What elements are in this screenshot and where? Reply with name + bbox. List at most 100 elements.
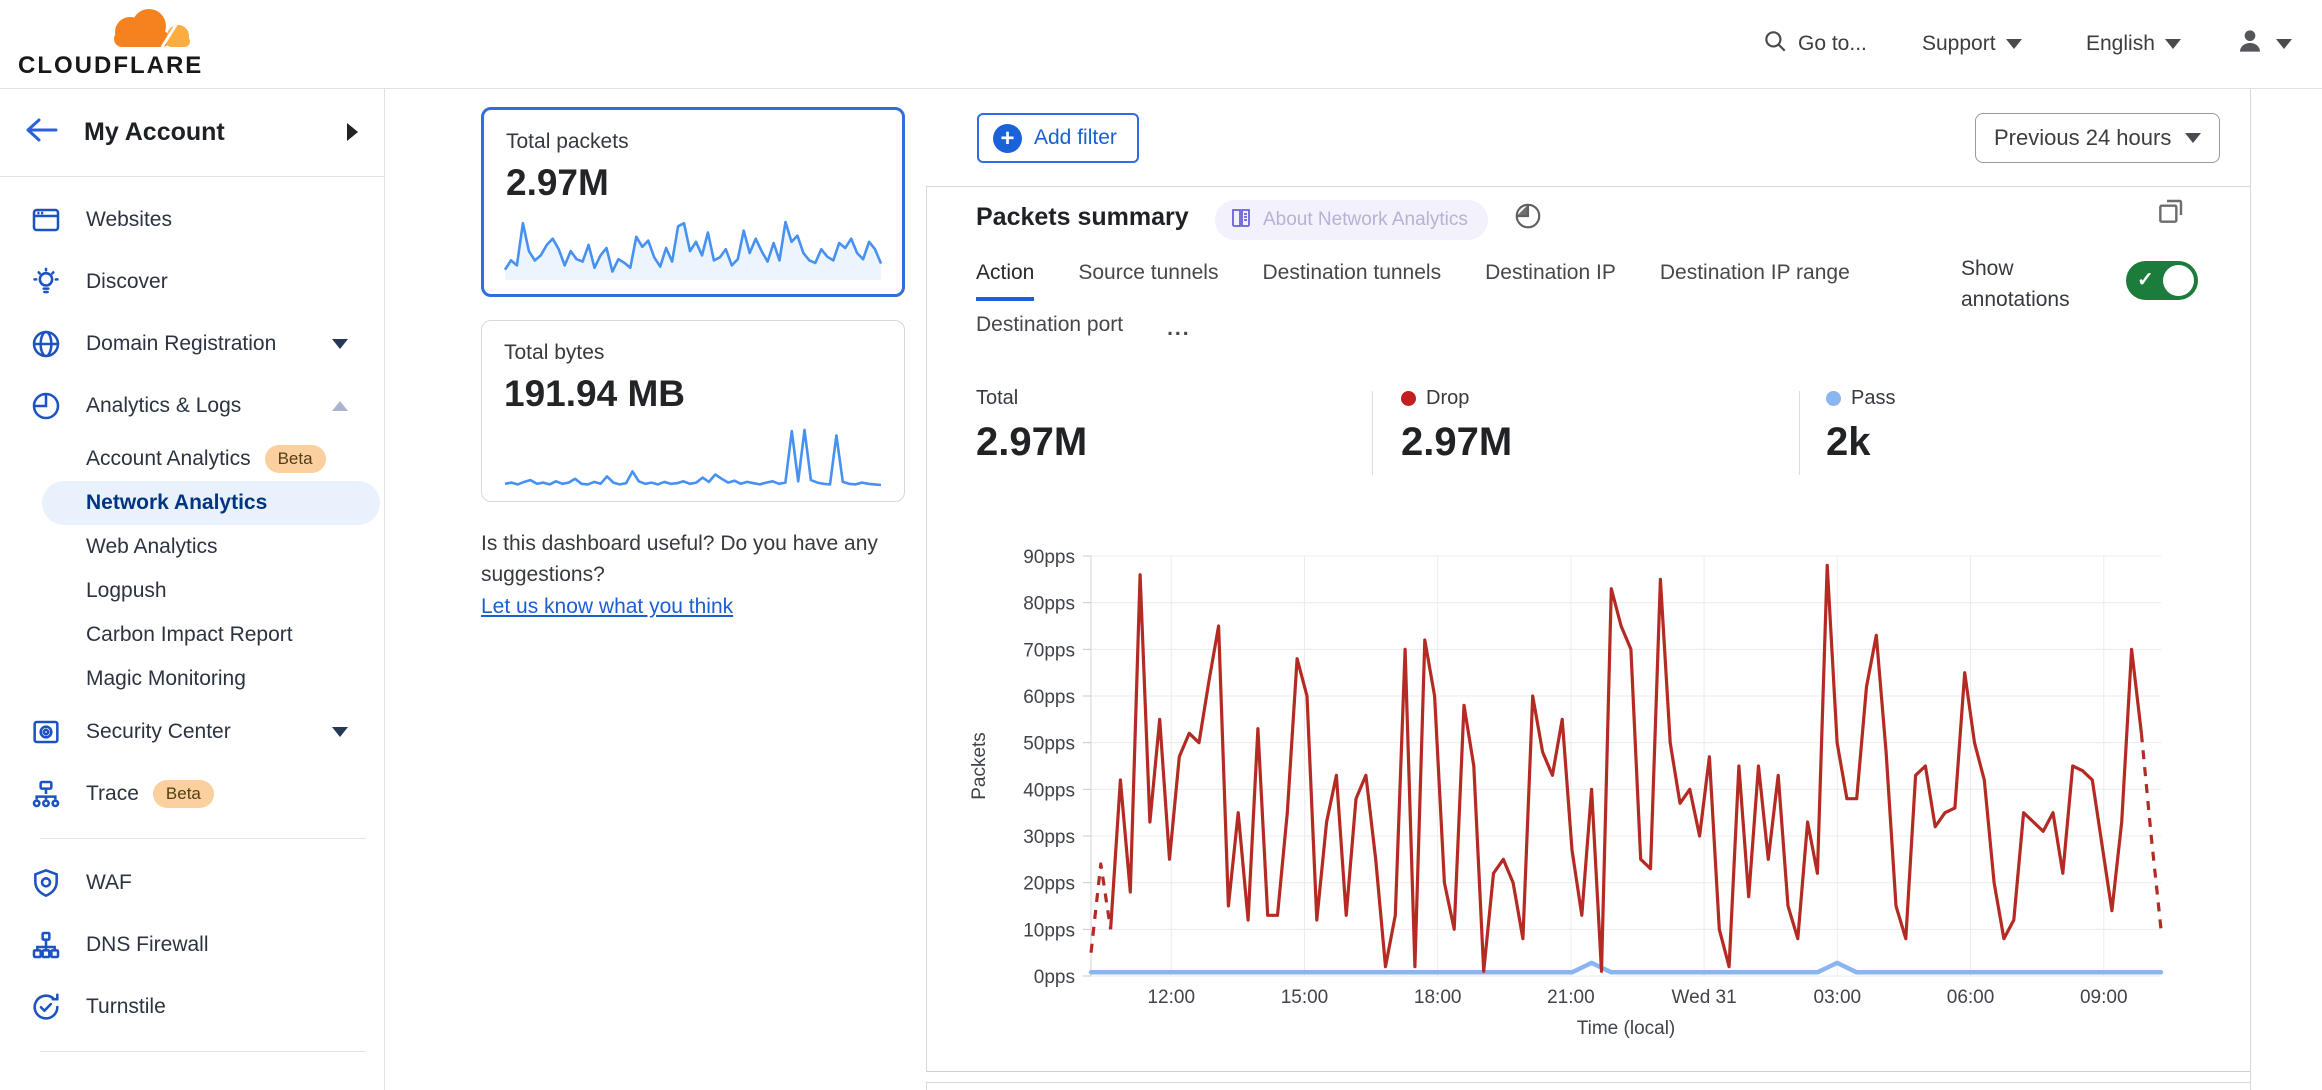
sidebar-item-label: Security Center xyxy=(86,720,231,744)
sidebar-item-discover[interactable]: Discover xyxy=(0,251,384,313)
svg-text:15:00: 15:00 xyxy=(1281,987,1329,1008)
sidebar-item-label: Carbon Impact Report xyxy=(86,623,293,647)
sidebar-item-logpush[interactable]: Logpush xyxy=(0,569,384,613)
sidebar-item-magic-monitoring[interactable]: Magic Monitoring xyxy=(0,657,384,701)
stat-label: Total xyxy=(976,387,1018,410)
chevron-right-icon xyxy=(347,123,358,141)
add-filter-button[interactable]: + Add filter xyxy=(977,113,1139,163)
search-icon xyxy=(1762,28,1788,60)
stat-value: 2.97M xyxy=(976,420,1087,465)
feedback-block: Is this dashboard useful? Do you have an… xyxy=(481,528,921,622)
card-total-bytes[interactable]: Total bytes191.94 MB xyxy=(481,320,905,502)
account-header[interactable]: My Account xyxy=(0,88,384,177)
language-menu[interactable]: English xyxy=(2086,0,2181,88)
show-annotations-toggle[interactable]: ✓ xyxy=(2126,261,2198,300)
cloudflare-logo-text: CLOUDFLARE xyxy=(18,52,203,80)
feedback-link[interactable]: Let us know what you think xyxy=(481,591,733,622)
stat-divider xyxy=(1372,391,1373,475)
svg-text:09:00: 09:00 xyxy=(2080,987,2128,1008)
about-badge-label: About Network Analytics xyxy=(1263,209,1468,231)
stat-divider xyxy=(1799,391,1800,475)
sidebar-item-label: Account Analytics xyxy=(86,447,251,471)
sidebar-item-label: Discover xyxy=(86,270,168,294)
sidebar-item-account-analytics[interactable]: Account Analytics Beta xyxy=(0,437,384,481)
svg-text:Wed 31: Wed 31 xyxy=(1672,987,1737,1008)
shield-gear-icon xyxy=(30,867,62,899)
svg-text:18:00: 18:00 xyxy=(1414,987,1462,1008)
sidebar-item-security-center[interactable]: Security Center xyxy=(0,701,384,763)
support-menu[interactable]: Support xyxy=(1922,0,2022,88)
svg-text:03:00: 03:00 xyxy=(1814,987,1862,1008)
cloudflare-logo[interactable]: CLOUDFLARE xyxy=(18,4,188,84)
stat-drop: Drop2.97M xyxy=(1401,387,1512,465)
svg-text:20pps: 20pps xyxy=(1023,874,1075,895)
sidebar-item-trace[interactable]: Trace Beta xyxy=(0,763,384,825)
stat-pass: Pass2k xyxy=(1826,387,1895,465)
svg-text:80pps: 80pps xyxy=(1023,594,1075,615)
goto-label: Go to... xyxy=(1798,32,1867,56)
tab-destination-port[interactable]: Destination port xyxy=(976,301,1123,357)
panel-title: Packets summary xyxy=(976,203,1189,232)
sidebar-item-analytics-logs[interactable]: Analytics & Logs xyxy=(0,375,384,437)
card-total-packets[interactable]: Total packets2.97M xyxy=(481,107,905,297)
time-range-dropdown[interactable]: Previous 24 hours xyxy=(1975,113,2220,163)
pass-legend-dot xyxy=(1826,391,1841,406)
about-network-analytics-badge[interactable]: About Network Analytics xyxy=(1215,200,1488,240)
svg-text:21:00: 21:00 xyxy=(1547,987,1595,1008)
tab-destination-ip[interactable]: Destination IP xyxy=(1485,249,1616,301)
next-panel-edge xyxy=(926,1082,2250,1090)
svg-text:30pps: 30pps xyxy=(1023,827,1075,848)
tab-destination-ip-range[interactable]: Destination IP range xyxy=(1660,249,1850,301)
beta-badge: Beta xyxy=(153,780,214,808)
sidebar-item-label: Websites xyxy=(86,208,172,232)
sidebar-item-turnstile[interactable]: Turnstile xyxy=(0,976,384,1038)
toggle-knob xyxy=(2163,265,2194,296)
sidebar-item-network-analytics[interactable]: Network Analytics xyxy=(42,481,380,525)
tab-source-tunnels[interactable]: Source tunnels xyxy=(1078,249,1218,301)
expand-panel-icon[interactable] xyxy=(2155,195,2187,232)
globe-icon xyxy=(30,328,62,360)
back-arrow-icon[interactable] xyxy=(24,116,58,149)
stat-label: Pass xyxy=(1851,387,1895,410)
tabs-overflow-button[interactable]: ... xyxy=(1167,301,1191,357)
cloudflare-dashboard: CLOUDFLARE Go to... Support English xyxy=(0,0,2322,1090)
sidebar: My Account Websites Discover Domain Regist… xyxy=(0,88,385,1090)
top-bar: CLOUDFLARE Go to... Support English xyxy=(0,0,2322,89)
tab-destination-tunnels[interactable]: Destination tunnels xyxy=(1262,249,1441,301)
sidebar-nav: Websites Discover Domain Registration Analy… xyxy=(0,177,384,1052)
card-title: Total bytes xyxy=(504,341,904,365)
sidebar-item-label: Analytics & Logs xyxy=(86,394,241,418)
card-title: Total packets xyxy=(506,130,902,154)
sidebar-divider xyxy=(40,838,366,839)
packets-sparkline xyxy=(501,210,885,284)
chevron-up-icon xyxy=(332,401,348,411)
tab-action[interactable]: Action xyxy=(976,249,1034,301)
pie-chart-mini-icon[interactable] xyxy=(1513,201,1543,236)
svg-text:40pps: 40pps xyxy=(1023,780,1075,801)
user-menu[interactable] xyxy=(2234,0,2292,88)
language-label: English xyxy=(2086,32,2155,56)
goto-search[interactable]: Go to... xyxy=(1762,0,1867,88)
sidebar-item-label: Web Analytics xyxy=(86,535,218,559)
beta-badge: Beta xyxy=(265,445,326,473)
stat-total: Total 2.97M xyxy=(976,387,1087,465)
sidebar-item-label: WAF xyxy=(86,871,132,895)
svg-text:Time (local): Time (local) xyxy=(1577,1018,1676,1039)
panel-tabs: Action Source tunnels Destination tunnels D… xyxy=(976,249,1856,357)
sidebar-item-dns-firewall[interactable]: DNS Firewall xyxy=(0,914,384,976)
pie-chart-icon xyxy=(30,390,62,422)
svg-text:90pps: 90pps xyxy=(1023,547,1075,568)
sidebar-item-web-analytics[interactable]: Web Analytics xyxy=(0,525,384,569)
sidebar-item-label: Trace xyxy=(86,782,139,806)
svg-text:Packets: Packets xyxy=(969,732,990,800)
check-icon: ✓ xyxy=(2137,267,2154,292)
sidebar-item-carbon-impact-report[interactable]: Carbon Impact Report xyxy=(0,613,384,657)
sidebar-item-label: Domain Registration xyxy=(86,332,276,356)
sidebar-item-label: DNS Firewall xyxy=(86,933,209,957)
chevron-down-icon xyxy=(2185,133,2201,143)
sidebar-item-domain-registration[interactable]: Domain Registration xyxy=(0,313,384,375)
sidebar-item-waf[interactable]: WAF xyxy=(0,852,384,914)
sidebar-item-websites[interactable]: Websites xyxy=(0,189,384,251)
bytes-sparkline xyxy=(501,421,885,495)
svg-text:06:00: 06:00 xyxy=(1947,987,1995,1008)
